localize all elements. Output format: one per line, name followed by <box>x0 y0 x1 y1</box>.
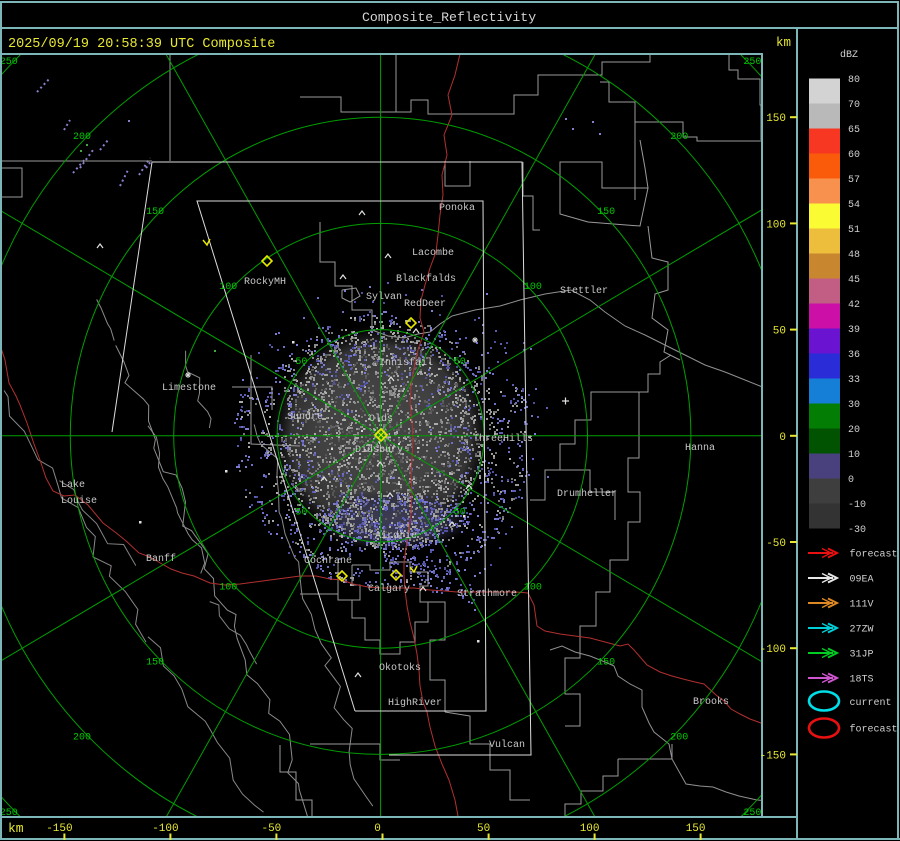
svg-text:Olds: Olds <box>369 413 393 425</box>
svg-text:111V: 111V <box>850 600 874 611</box>
svg-text:0: 0 <box>374 823 381 835</box>
svg-text:-30: -30 <box>848 525 866 536</box>
svg-text:forecast: forecast <box>850 549 898 561</box>
svg-text:50: 50 <box>295 357 307 368</box>
svg-text:33: 33 <box>848 375 860 386</box>
svg-text:70: 70 <box>848 100 860 111</box>
svg-text:current: current <box>850 698 892 709</box>
svg-text:150: 150 <box>686 823 706 835</box>
svg-text:RockyMH: RockyMH <box>244 276 286 288</box>
svg-text:150: 150 <box>597 207 615 218</box>
svg-text:-150: -150 <box>46 823 72 835</box>
svg-text:200: 200 <box>73 733 91 744</box>
svg-text:Cochrane: Cochrane <box>304 555 352 567</box>
svg-text:09EA: 09EA <box>850 575 874 586</box>
svg-text:Okotoks: Okotoks <box>379 662 421 674</box>
svg-text:Airdrie: Airdrie <box>375 530 417 542</box>
svg-text:HighRiver: HighRiver <box>388 697 442 709</box>
svg-text:Lacombe: Lacombe <box>412 247 454 259</box>
svg-text:Brooks: Brooks <box>693 696 729 708</box>
svg-text:100: 100 <box>524 583 542 594</box>
svg-text:27ZW: 27ZW <box>850 625 874 636</box>
svg-text:100: 100 <box>580 823 600 835</box>
svg-text:Innisfail: Innisfail <box>379 357 433 369</box>
svg-text:Hanna: Hanna <box>685 443 715 454</box>
svg-text:18TS: 18TS <box>850 675 874 686</box>
svg-text:100: 100 <box>766 219 786 231</box>
svg-text:150: 150 <box>146 207 164 218</box>
svg-text:150: 150 <box>597 658 615 669</box>
svg-text:Sylvan: Sylvan <box>366 291 402 303</box>
svg-text:2025/09/19 20:58:39 UTC Compos: 2025/09/19 20:58:39 UTC Composite <box>8 37 275 52</box>
svg-text:Limestone: Limestone <box>162 382 216 394</box>
svg-text:39: 39 <box>848 325 860 336</box>
svg-text:Composite_Reflectivity: Composite_Reflectivity <box>362 10 536 25</box>
svg-text:Stettler: Stettler <box>560 285 608 297</box>
svg-text:0: 0 <box>848 475 854 486</box>
svg-text:200: 200 <box>73 132 91 143</box>
svg-text:ThreeHills: ThreeHills <box>473 433 533 445</box>
svg-text:36: 36 <box>848 350 860 361</box>
svg-text:30: 30 <box>848 400 860 411</box>
svg-text:100: 100 <box>219 583 237 594</box>
svg-text:54: 54 <box>848 200 860 211</box>
svg-text:250: 250 <box>743 57 761 68</box>
svg-text:km: km <box>776 36 791 50</box>
svg-text:RedDeer: RedDeer <box>404 298 446 310</box>
svg-text:20: 20 <box>848 425 860 436</box>
svg-text:150: 150 <box>766 113 786 125</box>
svg-text:57: 57 <box>848 175 860 186</box>
svg-text:Louise: Louise <box>61 495 97 507</box>
svg-text:km: km <box>8 821 24 836</box>
svg-text:80: 80 <box>848 75 860 86</box>
svg-text:51: 51 <box>848 225 860 236</box>
svg-text:forecast: forecast <box>850 724 898 736</box>
svg-text:Sundre: Sundre <box>287 411 323 423</box>
svg-text:-50: -50 <box>766 538 786 550</box>
svg-text:Banff: Banff <box>146 553 176 565</box>
svg-text:100: 100 <box>219 282 237 293</box>
svg-text:150: 150 <box>146 658 164 669</box>
svg-text:Drumheller: Drumheller <box>557 488 617 500</box>
svg-text:100: 100 <box>524 282 542 293</box>
svg-text:Vulcan: Vulcan <box>489 739 525 751</box>
svg-text:250: 250 <box>0 57 18 68</box>
svg-text:42: 42 <box>848 300 860 311</box>
svg-text:0: 0 <box>779 432 786 444</box>
svg-text:Ponoka: Ponoka <box>439 202 475 214</box>
svg-text:Lake: Lake <box>61 479 85 491</box>
svg-text:31JP: 31JP <box>850 650 874 661</box>
svg-text:-100: -100 <box>152 823 178 835</box>
svg-text:-50: -50 <box>261 823 281 835</box>
svg-text:-10: -10 <box>848 500 866 511</box>
svg-text:200: 200 <box>670 132 688 143</box>
svg-text:50: 50 <box>295 507 307 518</box>
svg-text:48: 48 <box>848 250 860 261</box>
svg-text:10: 10 <box>848 450 860 461</box>
svg-text:Blackfalds: Blackfalds <box>396 273 456 285</box>
svg-text:60: 60 <box>848 150 860 161</box>
svg-text:Didsbury: Didsbury <box>355 444 403 456</box>
svg-text:50: 50 <box>454 357 466 368</box>
svg-text:65: 65 <box>848 125 860 136</box>
svg-text:200: 200 <box>670 733 688 744</box>
svg-text:50: 50 <box>773 326 786 338</box>
svg-text:Strathmore: Strathmore <box>457 588 517 600</box>
svg-text:-150: -150 <box>760 750 786 762</box>
svg-text:-100: -100 <box>760 644 786 656</box>
svg-text:Calgary: Calgary <box>368 583 410 595</box>
svg-text:45: 45 <box>848 275 860 286</box>
svg-text:50: 50 <box>477 823 490 835</box>
svg-text:dBZ: dBZ <box>840 49 858 61</box>
